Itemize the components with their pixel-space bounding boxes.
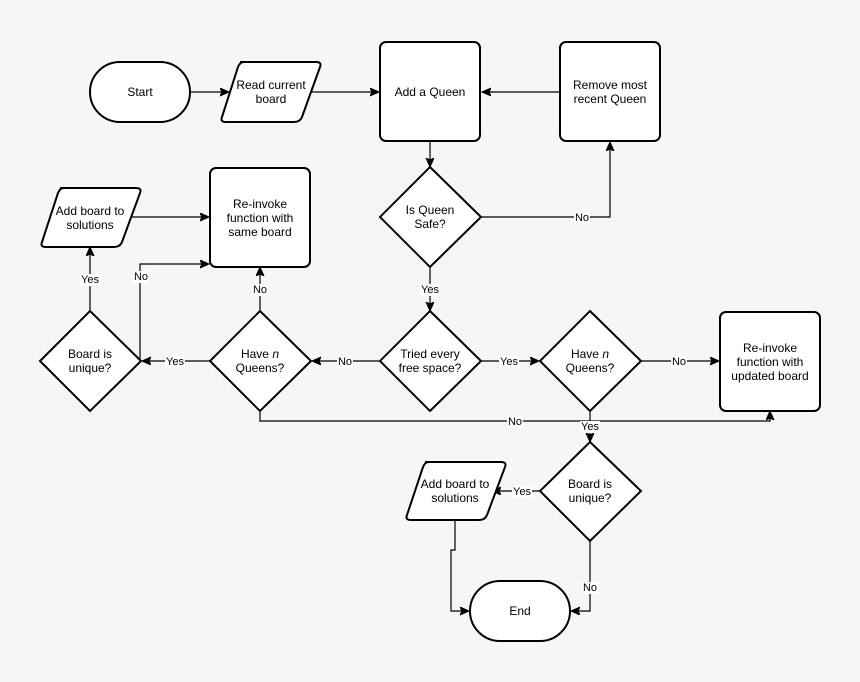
edge-label-unique-bottom-yes: Yes <box>512 486 532 498</box>
is-queen-safe-label: Is Queen Safe? <box>405 203 455 231</box>
unique-left-label: Board is unique? <box>67 347 113 375</box>
tried-every-label: Tried every free space? <box>398 347 462 375</box>
edge-unique-bottom-no-to-end <box>572 541 591 611</box>
have-n-right-label: Have n Queens? <box>555 336 625 386</box>
edge-label-tried-yes: Yes <box>499 356 519 368</box>
add-solution-bottom-label: Add board to solutions <box>420 477 490 505</box>
edge-label-have-n-left-bottom-no: No <box>506 416 524 428</box>
reinvoke-updated-label: Re-invoke function with updated board <box>731 341 809 383</box>
start-label: Start <box>127 85 153 99</box>
add-queen-label: Add a Queen <box>394 85 466 99</box>
have-n-left-post: Queens? <box>235 361 285 375</box>
have-n-left-em: n <box>272 347 280 361</box>
reinvoke-same-label: Re-invoke function with same board <box>226 197 294 239</box>
remove-queen-label: Remove most recent Queen <box>572 78 648 106</box>
have-n-left-pre: Have <box>240 347 273 361</box>
have-n-right-post: Queens? <box>565 361 615 375</box>
edge-unique-left-no-to-reinvoke-same <box>139 264 208 361</box>
edge-label-have-n-left-no: No <box>251 284 269 296</box>
edge-safe-no-to-remove <box>481 143 610 218</box>
edge-label-unique-left-yes: Yes <box>80 274 100 286</box>
add-solution-left-label: Add board to solutions <box>55 203 125 232</box>
edge-label-tried-no: No <box>336 356 354 368</box>
have-n-right-em: n <box>602 347 610 361</box>
edge-label-safe-yes: Yes <box>420 284 440 296</box>
have-n-right-pre: Have <box>570 347 603 361</box>
edge-label-have-n-right-yes: Yes <box>580 421 600 433</box>
read-board-label: Read current board <box>236 78 306 106</box>
have-n-left-label: Have n Queens? <box>225 336 295 386</box>
edge-label-have-n-left-yes: Yes <box>165 356 185 368</box>
edge-label-unique-bottom-no: No <box>581 582 599 594</box>
unique-bottom-label: Board is unique? <box>567 477 613 505</box>
edge-add-solution-bottom-to-end <box>450 520 468 611</box>
end-label: End <box>509 604 531 618</box>
edge-label-unique-left-no: No <box>132 271 150 283</box>
edge-label-have-n-right-no: No <box>670 356 688 368</box>
edge-label-safe-no: No <box>573 212 591 224</box>
